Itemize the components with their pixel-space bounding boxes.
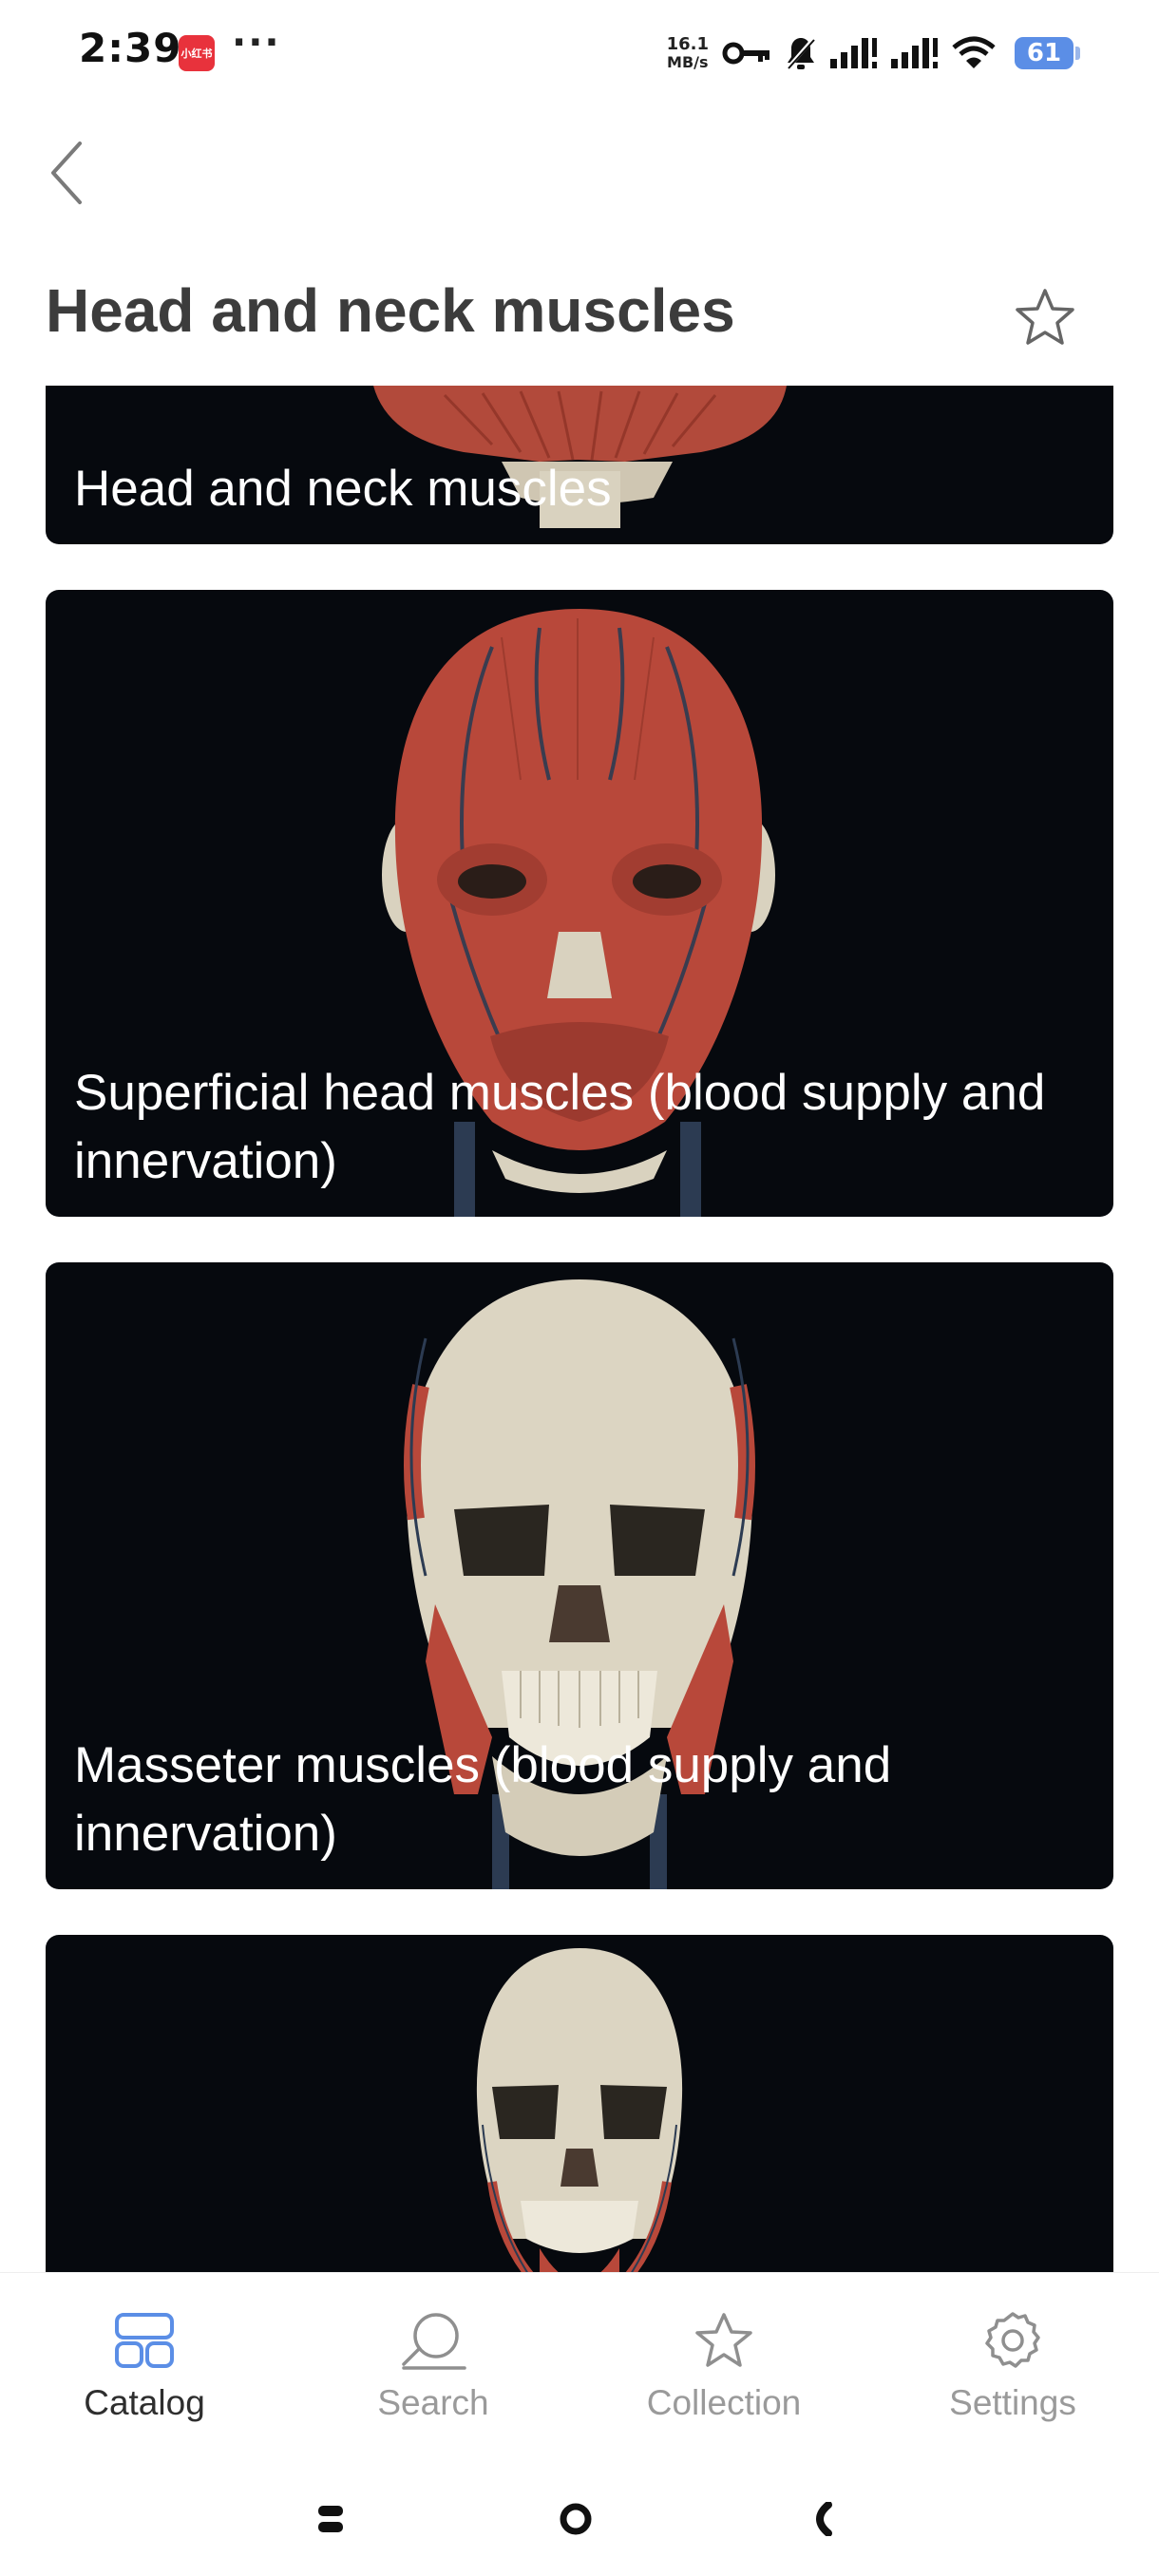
- status-bar: 2:39 小红书 ··· 16.1 MB/s 61: [0, 0, 1159, 104]
- star-outline-icon: [1016, 289, 1074, 345]
- nav-label-search: Search: [377, 2383, 489, 2422]
- star-icon: [689, 2307, 759, 2374]
- network-speed: 16.1 MB/s: [667, 36, 709, 70]
- bell-muted-icon: [785, 34, 817, 72]
- card-title: Head and neck muscles: [74, 461, 612, 517]
- recent-apps-button[interactable]: [293, 2491, 369, 2548]
- back-triangle-icon: [816, 2502, 832, 2536]
- key-icon: [722, 34, 771, 72]
- chevron-left-icon: [51, 142, 82, 204]
- home-button[interactable]: [538, 2491, 614, 2548]
- skull-muscles-image: [476, 1948, 683, 2272]
- nav-collection[interactable]: Collection: [610, 2307, 838, 2423]
- catalog-card[interactable]: Head and neck muscles: [46, 386, 1113, 544]
- back-system-button[interactable]: [783, 2491, 859, 2548]
- catalog-card[interactable]: Masseter muscles (blood supply and inner…: [46, 1262, 1113, 1889]
- battery-icon: 61: [1015, 37, 1080, 69]
- favorite-button[interactable]: [1009, 283, 1081, 351]
- battery-level: 61: [1026, 39, 1062, 67]
- wifi-icon: [952, 34, 996, 72]
- nav-label-settings: Settings: [949, 2383, 1076, 2422]
- status-icons: 16.1 MB/s 61: [667, 27, 1080, 80]
- nav-search[interactable]: Search: [319, 2307, 547, 2423]
- search-icon: [398, 2307, 468, 2374]
- recents-icon: [318, 2506, 343, 2532]
- nav-label-catalog: Catalog: [84, 2383, 205, 2422]
- signal-icon: [891, 34, 939, 72]
- nav-label-collection: Collection: [646, 2383, 802, 2422]
- signal-icon: [830, 34, 878, 72]
- home-circle-icon: [560, 2503, 592, 2535]
- back-button[interactable]: [38, 135, 95, 211]
- page-title: Head and neck muscles: [46, 276, 735, 345]
- system-navigation: [0, 2462, 1159, 2576]
- catalog-card[interactable]: [46, 1935, 1113, 2272]
- grid-icon: [109, 2307, 180, 2374]
- card-title: Masseter muscles (blood supply and inner…: [74, 1737, 892, 1862]
- bottom-navigation: Catalog Search Collection Settings: [0, 2272, 1159, 2463]
- network-speed-value: 16.1: [666, 34, 709, 54]
- network-speed-unit: MB/s: [667, 53, 709, 71]
- catalog-card[interactable]: Superficial head muscles (blood supply a…: [46, 590, 1113, 1217]
- gear-icon: [978, 2307, 1048, 2374]
- app-notification-icon: 小红书: [179, 35, 215, 71]
- status-time: 2:39: [79, 25, 182, 71]
- more-notifications-icon: ···: [232, 21, 281, 65]
- card-title: Superficial head muscles (blood supply a…: [74, 1065, 1046, 1189]
- catalog-list[interactable]: Head and neck muscles Superficial head m…: [0, 386, 1159, 2272]
- nav-catalog[interactable]: Catalog: [30, 2307, 258, 2423]
- nav-settings[interactable]: Settings: [899, 2307, 1127, 2423]
